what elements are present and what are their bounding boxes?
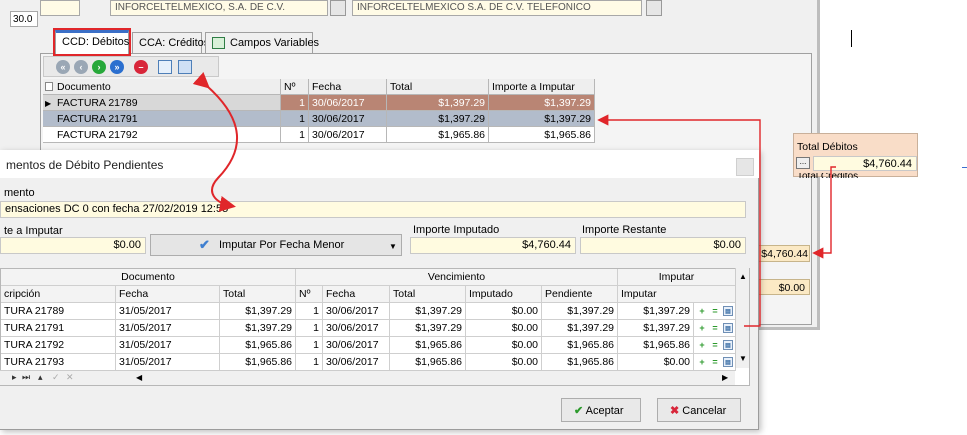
annotation-overlay: [192, 72, 836, 327]
annotation-arrow-total: [812, 166, 836, 259]
annotation-arrow-row: [597, 114, 761, 327]
annotation-arrow-documento: [192, 72, 239, 212]
